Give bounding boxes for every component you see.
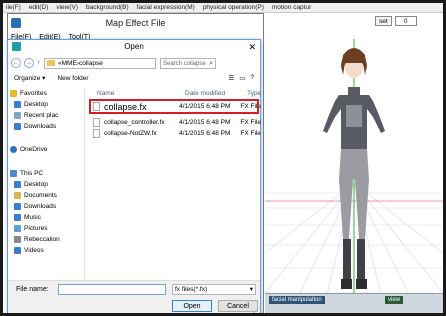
computer-icon (10, 170, 17, 177)
highlight-box (89, 99, 259, 114)
search-placeholder: Search collapse (163, 60, 206, 67)
file-row-collapse-controller[interactable]: collapse_controller.fx 4/1/2015 6:48 PM … (85, 117, 261, 128)
address-bar[interactable]: « MME › collapse (44, 57, 156, 69)
desktop-icon (14, 101, 21, 108)
up-arrow-icon[interactable]: ↑ (37, 60, 40, 66)
nav-videos[interactable]: Videos (14, 247, 44, 254)
file-name-label: File name: (16, 286, 49, 293)
folder-icon (47, 60, 55, 66)
character-model[interactable] (319, 39, 389, 309)
preview-pane-icon[interactable]: ▭ (239, 74, 245, 82)
new-folder-button[interactable]: New folder (57, 75, 88, 82)
search-input[interactable]: Search collapse ⌕ (160, 57, 216, 69)
star-icon (10, 90, 17, 97)
screen-frame: ile(F) edit(D) view(V) background(B) fac… (0, 0, 446, 316)
open-dialog: Open ✕ ← → ↑ « MME › collapse Search col… (7, 39, 261, 313)
organize-button[interactable]: Organize ▾ (14, 74, 45, 82)
back-arrow-icon[interactable]: ← (11, 58, 21, 68)
bottom-control-panel: facial manipulation view (265, 293, 443, 313)
download-icon (14, 123, 21, 130)
column-date-modified[interactable]: Date modified (185, 90, 225, 97)
nav-recent-places[interactable]: Recent plac (14, 112, 58, 119)
pictures-icon (14, 225, 21, 232)
menu-edit[interactable]: edit(D) (29, 4, 49, 11)
top-right-controls: set 0 (375, 15, 443, 27)
file-row-collapse-notzw[interactable]: collapse-NotZW.fx 4/1/2015 6:48 PM FX Fi… (85, 128, 261, 139)
dialog-toolbar: Organize ▾ New folder ☰ ▭ ? (8, 72, 260, 84)
menu-view[interactable]: view(V) (56, 4, 78, 11)
file-type-select[interactable]: fx files(*.fx) ▾ (172, 284, 256, 295)
open-button[interactable]: Open (172, 300, 212, 312)
main-menubar: ile(F) edit(D) view(V) background(B) fac… (3, 3, 443, 13)
nav-fav-downloads[interactable]: Downloads (14, 123, 56, 130)
navigation-pane: Favorites Desktop Recent plac Downloads … (8, 88, 80, 280)
nav-pictures[interactable]: Pictures (14, 225, 47, 232)
nav-onedrive[interactable]: OneDrive (10, 146, 47, 153)
documents-icon (14, 192, 21, 199)
nav-this-pc[interactable]: This PC (10, 170, 43, 177)
map-effect-titlebar: Map Effect File (8, 14, 263, 32)
facial-manipulation-label: facial manipulation (269, 296, 325, 304)
column-type[interactable]: Type (247, 90, 261, 97)
nav-pc-desktop[interactable]: Desktop (14, 181, 48, 188)
path-segment-mme[interactable]: MME (62, 60, 77, 67)
open-title: Open (124, 42, 144, 51)
videos-icon (14, 247, 21, 254)
nav-rebeccalion[interactable]: Rebeccalion (14, 236, 60, 243)
cloud-icon (10, 146, 17, 153)
nav-music[interactable]: Music (14, 214, 41, 221)
menu-file[interactable]: ile(F) (6, 4, 21, 11)
user-folder-icon (14, 236, 21, 243)
resize-grip-icon[interactable]: ⋰ (253, 307, 259, 313)
desktop-icon (14, 181, 21, 188)
set-button[interactable]: set (375, 16, 392, 26)
music-icon (14, 214, 21, 221)
nav-documents[interactable]: Documents (14, 192, 57, 199)
dialog-icon (12, 42, 21, 51)
file-icon (93, 118, 100, 127)
menu-background[interactable]: background(B) (86, 4, 129, 11)
app-icon (11, 18, 21, 28)
nav-pc-downloads[interactable]: Downloads (14, 203, 56, 210)
column-name[interactable]: Name (97, 90, 114, 97)
chevron-down-icon: ▾ (249, 286, 253, 293)
open-titlebar: Open ✕ (8, 40, 260, 54)
dialog-footer: File name: fx files(*.fx) ▾ Open Cancel … (8, 280, 260, 313)
file-list: Name Date modified Type collapse.fx 4/1/… (84, 88, 261, 280)
file-name-input[interactable] (58, 284, 166, 295)
map-effect-title: Map Effect File (105, 18, 166, 28)
menu-facial-expression[interactable]: facial expression(M) (137, 4, 195, 11)
path-segment-collapse[interactable]: collapse (79, 60, 103, 67)
forward-arrow-icon[interactable]: → (24, 58, 34, 68)
close-icon[interactable]: ✕ (248, 40, 256, 54)
frame-field[interactable]: 0 (394, 16, 417, 26)
address-row: ← → ↑ « MME › collapse Search collapse ⌕ (8, 56, 260, 70)
recent-icon (14, 112, 21, 119)
view-label: view (385, 296, 404, 304)
download-icon (14, 203, 21, 210)
view-options-icon[interactable]: ☰ (228, 74, 234, 82)
search-icon: ⌕ (209, 59, 213, 67)
nav-fav-desktop[interactable]: Desktop (14, 101, 48, 108)
menu-physical-operation[interactable]: physical operation(P) (203, 4, 264, 11)
cancel-button[interactable]: Cancel (218, 300, 258, 312)
nav-favorites[interactable]: Favorites (10, 90, 47, 97)
help-icon[interactable]: ? (250, 74, 254, 82)
file-icon (93, 129, 100, 138)
menu-motion-capture[interactable]: motion captur (272, 4, 311, 11)
